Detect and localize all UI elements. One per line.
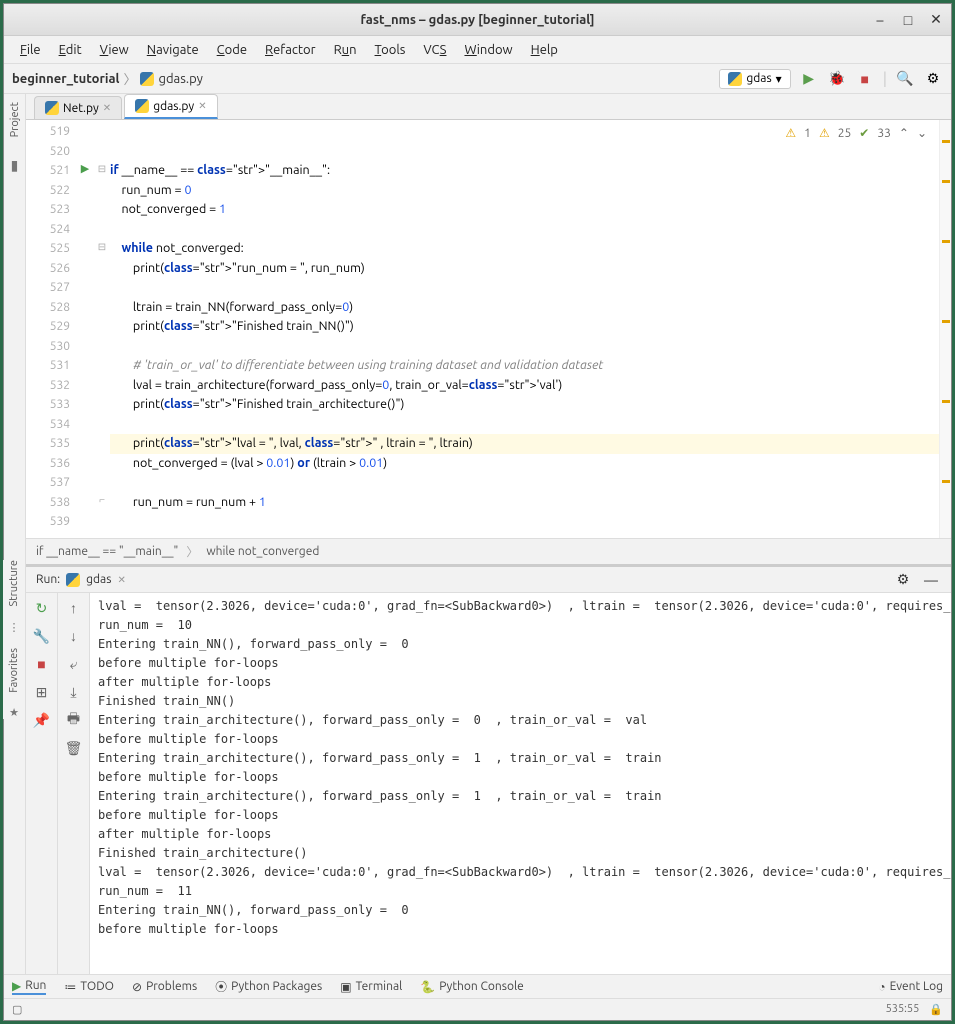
menu-refactor[interactable]: Refactor [257, 40, 324, 60]
event-log[interactable]: ◔Event Log [878, 980, 943, 994]
tab-gdas-py[interactable]: gdas.py ✕ [124, 94, 217, 119]
menubar: File Edit View Navigate Code Refactor Ru… [4, 36, 951, 64]
status-left-icon[interactable]: ▢ [12, 1003, 22, 1016]
left-tool-strip: Project ▮ [4, 94, 26, 974]
run-label: Run: [36, 573, 60, 586]
code-content[interactable]: if __name__ == class="str">"__main__": r… [110, 120, 951, 538]
debug-icon[interactable]: 🐞 [827, 69, 847, 89]
breadcrumb-project[interactable]: beginner_tutorial [12, 72, 119, 86]
tool-problems[interactable]: ⊘Problems [132, 980, 197, 994]
window-title: fast_nms – gdas.py [beginner_tutorial] [360, 13, 594, 27]
python-file-icon [66, 573, 80, 587]
fold-gutter[interactable]: ⊟⊟⌐ [94, 120, 110, 538]
run-icon[interactable]: ▶ [799, 69, 819, 89]
inspections-widget[interactable]: ⚠1 ⚠25 ✔33 ⌃ ⌄ [781, 124, 931, 142]
menu-help[interactable]: Help [523, 40, 566, 60]
run-settings-icon[interactable]: ⚙ [893, 570, 913, 590]
line-gutter[interactable]: 5195205215225235245255265275285295305315… [26, 120, 76, 538]
lock-icon[interactable]: 🔒 [929, 1003, 943, 1016]
down-icon[interactable]: ↓ [63, 625, 85, 647]
search-icon[interactable]: 🔍 [895, 69, 915, 89]
tool-todo[interactable]: ≔TODO [64, 980, 114, 994]
up-icon[interactable]: ↑ [63, 597, 85, 619]
run-toolbar-left: ↻ 🔧 ■ ⊞ 📌 [26, 593, 58, 974]
code-editor[interactable]: ⚠1 ⚠25 ✔33 ⌃ ⌄ 5195205215225235245255265… [26, 120, 951, 538]
sidebar-project-tab[interactable]: Project [9, 102, 21, 137]
tab-net-py[interactable]: Net.py ✕ [34, 96, 122, 119]
settings-icon[interactable]: ⚙ [923, 69, 943, 89]
marker-stripe[interactable] [939, 120, 951, 538]
close-button[interactable]: ✕ [927, 11, 945, 29]
run-toolbar-right: ↑ ↓ ⤶ ⤓ 🖶 🗑 [58, 593, 90, 974]
breadcrumb-sep: 〉 [123, 69, 136, 88]
caret-position[interactable]: 535:55 [886, 1003, 920, 1016]
tool-python-console[interactable]: 🐍Python Console [420, 980, 523, 994]
breadcrumb[interactable]: beginner_tutorial 〉 gdas.py [12, 69, 203, 88]
pin-icon[interactable]: 📌 [31, 709, 53, 731]
breadcrumb-file[interactable]: gdas.py [158, 72, 202, 86]
run-marker-gutter: ▶ [76, 120, 94, 538]
tool-terminal[interactable]: ▣Terminal [340, 980, 402, 994]
menu-vcs[interactable]: VCS [415, 40, 454, 60]
layout-icon[interactable]: ⊞ [31, 681, 53, 703]
wrench-icon[interactable]: 🔧 [31, 625, 53, 647]
tool-python-packages[interactable]: ⦿Python Packages [215, 978, 322, 995]
close-run-tab-icon[interactable]: ✕ [117, 574, 125, 586]
python-file-icon [135, 99, 149, 113]
editor-tabs: Net.py ✕ gdas.py ✕ [26, 94, 951, 120]
menu-navigate[interactable]: Navigate [139, 40, 207, 60]
run-tool-window: Run: gdas ✕ ⚙ — ↻ 🔧 ■ ⊞ [26, 564, 951, 974]
navbar: beginner_tutorial 〉 gdas.py gdas ▾ ▶ 🐞 ■… [4, 64, 951, 94]
menu-file[interactable]: File [12, 40, 49, 60]
rerun-icon[interactable]: ↻ [31, 597, 53, 619]
close-tab-icon[interactable]: ✕ [198, 100, 206, 112]
print-icon[interactable]: 🖶 [63, 709, 85, 731]
close-tab-icon[interactable]: ✕ [103, 102, 111, 114]
soft-wrap-icon[interactable]: ⤶ [63, 653, 85, 675]
run-config-combo[interactable]: gdas ▾ [719, 69, 790, 89]
status-bar: ▢ 535:55 🔒 [4, 998, 951, 1020]
tool-run[interactable]: ▶Run [12, 979, 46, 995]
stop-icon[interactable]: ■ [31, 653, 53, 675]
menu-tools[interactable]: Tools [367, 40, 414, 60]
menu-view[interactable]: View [92, 40, 137, 60]
maximize-button[interactable]: □ [899, 11, 917, 29]
chevron-down-icon[interactable]: ⌄ [917, 126, 927, 140]
stop-icon[interactable]: ■ [855, 69, 875, 89]
menu-code[interactable]: Code [209, 40, 255, 60]
console-output[interactable]: lval = tensor(2.3026, device='cuda:0', g… [90, 593, 951, 974]
trash-icon[interactable]: 🗑 [63, 737, 85, 759]
menu-edit[interactable]: Edit [51, 40, 90, 60]
sidebar-structure-tab[interactable]: Structure [8, 560, 20, 607]
python-file-icon [728, 72, 742, 86]
chevron-down-icon: ▾ [776, 72, 782, 86]
bottom-toolbar: ▶Run ≔TODO ⊘Problems ⦿Python Packages ▣T… [4, 974, 951, 998]
hide-panel-icon[interactable]: — [921, 570, 941, 590]
chevron-up-icon[interactable]: ⌃ [899, 126, 909, 140]
python-file-icon [140, 72, 154, 86]
python-file-icon [45, 101, 59, 115]
menu-run[interactable]: Run [326, 40, 365, 60]
sidebar-favorites-tab[interactable]: Favorites [8, 648, 20, 693]
scroll-end-icon[interactable]: ⤓ [63, 681, 85, 703]
folder-icon: ▮ [11, 157, 19, 174]
app-window: fast_nms – gdas.py [beginner_tutorial] –… [3, 3, 952, 1021]
minimize-button[interactable]: – [871, 11, 889, 29]
code-breadcrumb[interactable]: if __name__ == "__main__" 〉 while not_co… [26, 538, 951, 564]
titlebar: fast_nms – gdas.py [beginner_tutorial] –… [4, 4, 951, 36]
menu-window[interactable]: Window [456, 40, 520, 60]
